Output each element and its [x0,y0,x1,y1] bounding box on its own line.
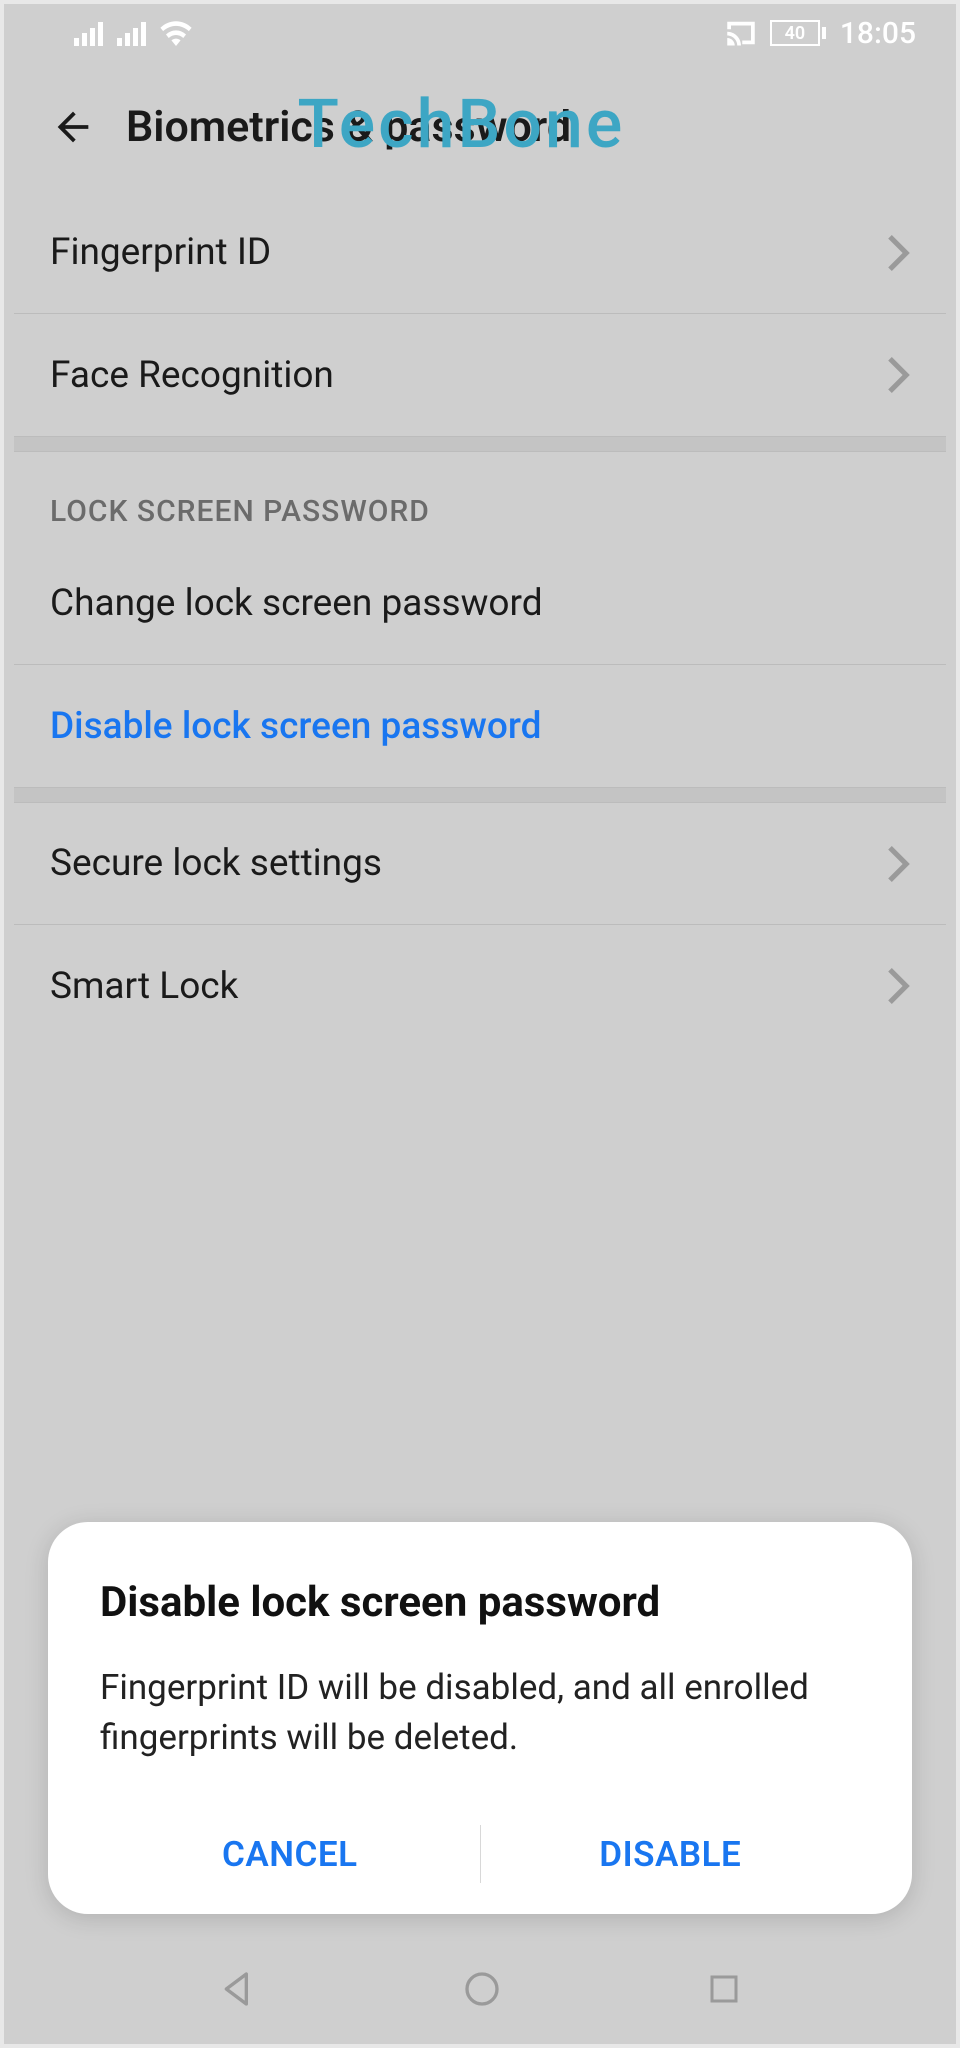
row-fingerprint[interactable]: Fingerprint ID [14,192,946,314]
cast-icon [726,20,756,46]
row-change-password[interactable]: Change lock screen password [14,543,946,665]
row-secure-lock[interactable]: Secure lock settings [14,803,946,925]
row-disable-password[interactable]: Disable lock screen password [14,665,946,787]
disable-button[interactable]: DISABLE [481,1794,861,1914]
status-left [74,20,192,46]
section-biometrics: Fingerprint ID Face Recognition [14,192,946,436]
wifi-icon [160,20,192,46]
status-bar: 40 18:05 [14,4,946,62]
confirm-dialog: Disable lock screen password Fingerprint… [48,1522,912,1915]
dialog-body: Fingerprint ID will be disabled, and all… [100,1663,860,1765]
cancel-button[interactable]: CANCEL [100,1794,480,1914]
chevron-right-icon [888,357,910,393]
row-label: Fingerprint ID [50,231,271,274]
chevron-right-icon [888,235,910,271]
section-lock-password: LOCK SCREEN PASSWORD Change lock screen … [14,452,946,787]
chevron-right-icon [888,846,910,882]
nav-bar [14,1934,946,2044]
page-title: Biometrics & password [126,102,571,152]
row-label: Face Recognition [50,354,334,397]
signal-icon [117,20,146,46]
nav-recent-button[interactable] [706,1971,742,2007]
section-lock-settings: Secure lock settings Smart Lock [14,803,946,1047]
dialog-actions: CANCEL DISABLE [100,1794,860,1914]
nav-home-button[interactable] [462,1969,502,2009]
row-smart-lock[interactable]: Smart Lock [14,925,946,1047]
page-header: Biometrics & password TechBone [14,62,946,192]
battery-level: 40 [785,23,806,44]
nav-back-button[interactable] [218,1969,258,2009]
row-label: Change lock screen password [50,582,543,625]
section-divider [14,787,946,803]
clock: 18:05 [840,16,916,51]
row-label: Disable lock screen password [50,705,541,748]
row-label: Smart Lock [50,965,238,1008]
section-divider [14,436,946,452]
dialog-title: Disable lock screen password [100,1578,860,1627]
status-right: 40 18:05 [726,16,916,51]
section-header: LOCK SCREEN PASSWORD [14,452,946,543]
row-label: Secure lock settings [50,842,382,885]
signal-icon [74,20,103,46]
row-face-recognition[interactable]: Face Recognition [14,314,946,436]
chevron-right-icon [888,968,910,1004]
battery-icon: 40 [770,20,826,46]
back-button[interactable] [50,104,96,150]
